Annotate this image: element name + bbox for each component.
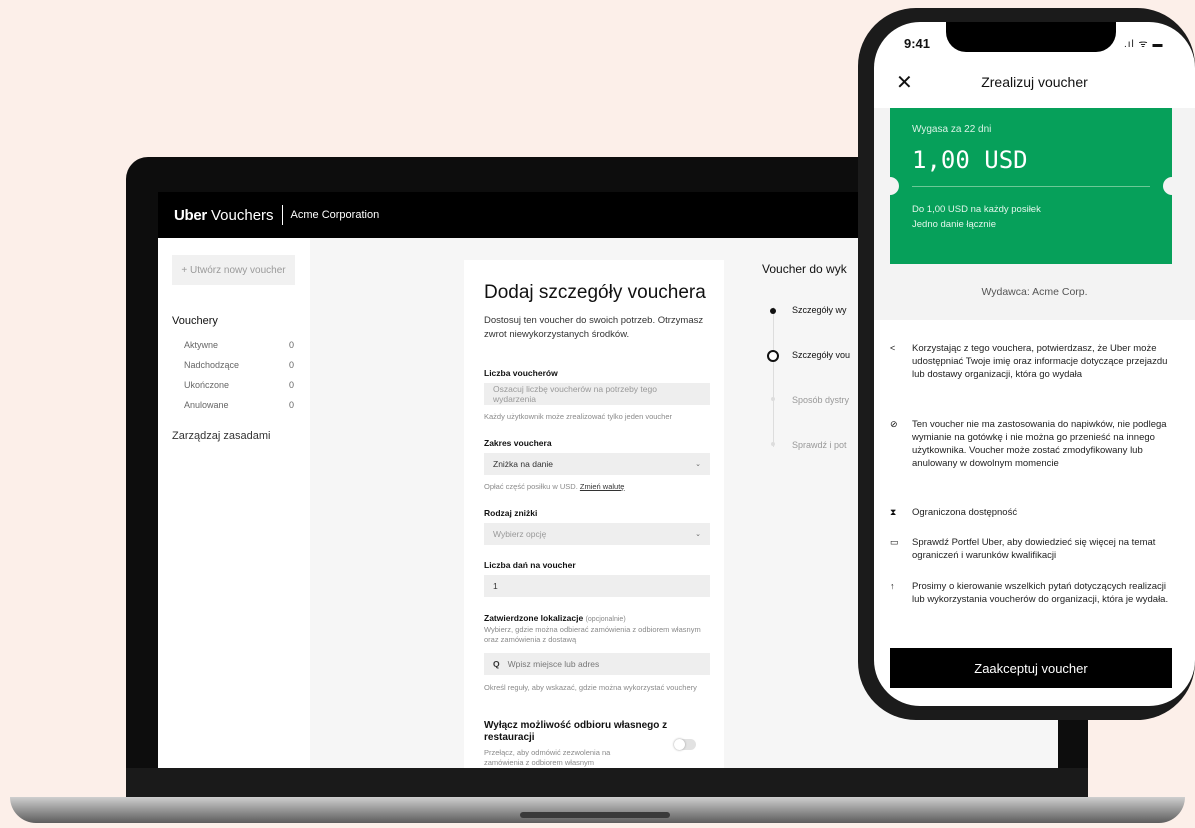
phone-screen: 9:41 .ıl ᯤ ▬ ✕ Zrealizuj voucher Wygasa … (874, 22, 1195, 706)
info-text: Prosimy o kierowanie wszelkich pytań dot… (912, 581, 1169, 605)
voucher-ticket-area: Wygasa za 22 dni 1,00 USD Do 1,00 USD na… (874, 108, 1195, 320)
voucher-issuer: Wydawca: Acme Corp. (981, 286, 1088, 298)
info-row-share: < Korzystając z tego vouchera, potwierdz… (890, 342, 1180, 381)
pickup-toggle[interactable] (674, 739, 696, 750)
step-details-2[interactable]: Szczegóły vou (792, 350, 850, 360)
discount-type-select[interactable]: Wybierz opcję ⌄ (484, 523, 710, 545)
sidebar-item-count: 0 (288, 380, 294, 390)
optional-tag: (opcjonalnie) (585, 616, 626, 623)
hourglass-icon: ⧗ (890, 507, 897, 517)
phone-title: Zrealizuj voucher (981, 74, 1088, 90)
info-row-wallet: ▭ Sprawdź Portfel Uber, aby dowiedzieć s… (890, 536, 1180, 562)
sidebar-item-count: 0 (288, 360, 294, 370)
step-dot-pending (771, 397, 775, 401)
step-distribution[interactable]: Sposób dystry (792, 395, 849, 405)
voucher-count-placeholder: Oszacuj liczbę voucherów na potrzeby teg… (493, 384, 657, 404)
signal-wifi-battery-icon: .ıl ᯤ ▬ (1124, 39, 1164, 50)
laptop-hinge (520, 812, 670, 818)
prohibited-icon: ⊘ (890, 419, 898, 429)
meals-value: 1 (493, 581, 498, 591)
create-voucher-button[interactable]: + Utwórz nowy voucher (172, 255, 295, 285)
locations-label: Zatwierdzone lokalizacje (opcjonalnie) (484, 613, 626, 623)
scope-select[interactable]: Zniżka na danie ⌄ (484, 453, 710, 475)
wallet-icon: ▭ (890, 537, 899, 547)
info-text: Korzystając z tego vouchera, potwierdzas… (912, 343, 1168, 380)
sidebar-item-label: Nadchodzące (184, 360, 240, 370)
step-review[interactable]: Sprawdź i pot (792, 440, 847, 450)
step-dot-pending (771, 442, 775, 446)
voucher-count-label: Liczba voucherów (484, 368, 558, 378)
scope-label: Zakres vouchera (484, 438, 552, 448)
location-search-input[interactable]: Q Wpisz miejsce lub adres (484, 653, 710, 675)
status-time: 9:41 (904, 36, 931, 51)
ticket-notch-right (1163, 177, 1181, 195)
meals-label: Liczba dań na voucher (484, 560, 576, 570)
sidebar-item-cancelled[interactable]: Anulowane 0 (184, 400, 294, 410)
scope-value: Zniżka na danie (493, 459, 554, 469)
chevron-down-icon: ⌄ (695, 461, 701, 468)
phone-notch (946, 22, 1116, 52)
form-title: Dodaj szczegóły vouchera (484, 282, 706, 303)
sidebar-item-count: 0 (288, 400, 294, 410)
scope-help-text: Opłać część posiłku w USD. (484, 482, 578, 491)
brand-product: Vouchers (210, 206, 274, 224)
voucher-limit-line: Do 1,00 USD na każdy posiłek (912, 204, 1041, 215)
voucher-count-input[interactable]: Oszacuj liczbę voucherów na potrzeby teg… (484, 383, 710, 405)
steps-title: Voucher do wyk (762, 262, 847, 276)
form-subtitle: Dostosuj ten voucher do swoich potrzeb. … (484, 315, 704, 340)
ticket-divider (912, 186, 1150, 187)
info-row-availability: ⧗ Ograniczona dostępność (890, 506, 1180, 519)
search-icon: Q (493, 659, 500, 669)
change-currency-link[interactable]: Zmień walutę (580, 482, 625, 491)
sidebar-item-label: Ukończone (184, 380, 230, 390)
location-search-placeholder: Wpisz miejsce lub adres (507, 659, 600, 669)
sidebar-item-completed[interactable]: Ukończone 0 (184, 380, 294, 390)
manage-policies-link[interactable]: Zarządzaj zasadami (172, 430, 270, 442)
share-icon: < (890, 343, 896, 353)
voucher-count-help: Każdy użytkownik może zrealizować tylko … (484, 412, 673, 421)
ticket-notch-left (881, 177, 899, 195)
voucher-form: Dodaj szczegóły vouchera Dostosuj ten vo… (464, 260, 724, 768)
step-dot-done (770, 308, 776, 314)
step-details-1[interactable]: Szczegóły wy (792, 305, 847, 315)
header-divider (281, 205, 283, 225)
sidebar-section-title[interactable]: Vouchery (172, 315, 218, 327)
pickup-toggle-desc: Przełącz, aby odmówić zezwolenia na zamó… (484, 748, 611, 767)
info-text: Ten voucher nie ma zastosowania do napiw… (912, 419, 1167, 469)
sidebar-item-label: Anulowane (184, 400, 229, 410)
voucher-expiry: Wygasa za 22 dni (912, 124, 992, 135)
info-text: Sprawdź Portfel Uber, aby dowiedzieć się… (912, 537, 1156, 561)
info-text: Ograniczona dostępność (912, 507, 1018, 518)
accept-voucher-button[interactable]: Zaakceptuj voucher (890, 648, 1172, 688)
locations-desc: Wybierz, gdzie można odbierać zamówienia… (484, 625, 701, 644)
info-row-restrictions: ⊘ Ten voucher nie ma zastosowania do nap… (890, 418, 1180, 470)
arrow-up-icon: ↑ (890, 581, 895, 591)
meals-input[interactable]: 1 (484, 575, 710, 597)
laptop-bezel-bottom (126, 768, 1088, 797)
step-dot-current (767, 350, 779, 362)
sidebar: + Utwórz nowy voucher Vouchery Aktywne 0… (158, 238, 310, 768)
sidebar-item-upcoming[interactable]: Nadchodzące 0 (184, 360, 294, 370)
info-row-contact: ↑ Prosimy o kierowanie wszelkich pytań d… (890, 580, 1180, 606)
laptop-base (10, 797, 1185, 823)
pickup-toggle-title: Wyłącz możliwość odbioru własnego z rest… (484, 720, 668, 743)
scope-help: Opłać część posiłku w USD. Zmień walutę (484, 482, 710, 492)
brand-logo[interactable]: Uber (174, 207, 207, 224)
voucher-ticket: Wygasa za 22 dni 1,00 USD Do 1,00 USD na… (881, 108, 1181, 264)
voucher-amount: 1,00 USD (912, 146, 1028, 174)
locations-label-text: Zatwierdzone lokalizacje (484, 613, 584, 623)
steps-line (773, 307, 774, 447)
locations-help: Określ reguły, aby wskazać, gdzie można … (484, 683, 697, 692)
chevron-down-icon: ⌄ (695, 531, 701, 538)
discount-type-placeholder: Wybierz opcję (493, 529, 547, 539)
org-name: Acme Corporation (290, 209, 380, 221)
sidebar-item-label: Aktywne (184, 340, 219, 350)
sidebar-item-count: 0 (288, 340, 294, 350)
sidebar-item-active[interactable]: Aktywne 0 (184, 340, 294, 350)
discount-type-label: Rodzaj zniżki (484, 508, 538, 518)
voucher-meal-line: Jedno danie łącznie (912, 219, 996, 230)
